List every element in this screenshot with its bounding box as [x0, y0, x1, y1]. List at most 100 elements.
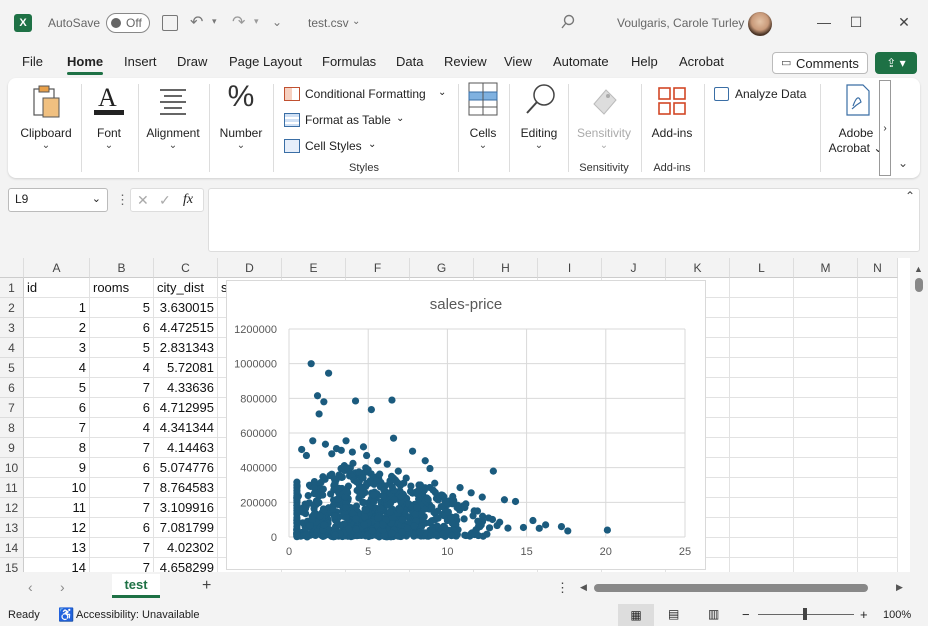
- cell[interactable]: [794, 318, 858, 338]
- cell[interactable]: [858, 398, 898, 418]
- column-header-b[interactable]: B: [90, 258, 154, 278]
- cell[interactable]: 5: [90, 298, 154, 318]
- addins-button[interactable]: Add-ins Add-ins: [646, 78, 698, 178]
- cell[interactable]: 7: [24, 418, 90, 438]
- cell[interactable]: [794, 558, 858, 572]
- tab-page-layout[interactable]: Page Layout: [229, 54, 302, 69]
- share-button[interactable]: ⇪ ▾: [875, 52, 917, 74]
- page-break-view-icon[interactable]: ▥: [708, 607, 719, 621]
- cell[interactable]: [730, 558, 794, 572]
- cell[interactable]: [730, 518, 794, 538]
- row-header[interactable]: 11: [0, 478, 24, 498]
- cell[interactable]: [794, 378, 858, 398]
- next-sheet-icon[interactable]: ›: [60, 579, 65, 595]
- cell[interactable]: [730, 378, 794, 398]
- close-icon[interactable]: ✕: [890, 8, 918, 36]
- cell[interactable]: [794, 538, 858, 558]
- expand-formula-bar-icon[interactable]: ⌃: [905, 189, 915, 203]
- cell[interactable]: 4.14463: [154, 438, 218, 458]
- cell[interactable]: [858, 418, 898, 438]
- row-header[interactable]: 13: [0, 518, 24, 538]
- scroll-up-icon[interactable]: ▲: [914, 264, 923, 274]
- file-name[interactable]: test.csv: [308, 16, 349, 30]
- row-header[interactable]: 3: [0, 318, 24, 338]
- scroll-right-icon[interactable]: ▶: [896, 582, 903, 593]
- row-header[interactable]: 8: [0, 418, 24, 438]
- cell[interactable]: [730, 418, 794, 438]
- tab-file[interactable]: File: [22, 54, 43, 69]
- column-header-e[interactable]: E: [282, 258, 346, 278]
- cell[interactable]: [858, 558, 898, 572]
- row-header[interactable]: 7: [0, 398, 24, 418]
- cell[interactable]: [858, 378, 898, 398]
- previous-sheet-icon[interactable]: ‹: [28, 579, 33, 595]
- tab-home[interactable]: Home: [67, 54, 104, 75]
- cell[interactable]: [794, 478, 858, 498]
- cell[interactable]: 3: [24, 338, 90, 358]
- row-header[interactable]: 15: [0, 558, 24, 572]
- cell[interactable]: [730, 458, 794, 478]
- zoom-out-icon[interactable]: −: [742, 607, 750, 622]
- number-button[interactable]: % Number ⌄: [214, 78, 268, 178]
- select-all-corner[interactable]: [0, 258, 24, 278]
- enter-icon[interactable]: ✓: [159, 192, 171, 209]
- search-icon[interactable]: [560, 14, 576, 30]
- cell[interactable]: 7.081799: [154, 518, 218, 538]
- row-header[interactable]: 5: [0, 358, 24, 378]
- maximize-icon[interactable]: ☐: [842, 8, 870, 36]
- cell[interactable]: [730, 498, 794, 518]
- cell[interactable]: [858, 358, 898, 378]
- clipboard-button[interactable]: Clipboard ⌄: [14, 78, 78, 178]
- cell[interactable]: 11: [24, 498, 90, 518]
- zoom-slider[interactable]: [758, 608, 854, 620]
- cell[interactable]: [794, 298, 858, 318]
- cell[interactable]: 4: [90, 358, 154, 378]
- cell[interactable]: [794, 498, 858, 518]
- comments-button[interactable]: ▭ Comments: [772, 52, 868, 74]
- zoom-level[interactable]: 100%: [883, 609, 911, 621]
- add-sheet-icon[interactable]: +: [202, 577, 211, 595]
- row-header[interactable]: 2: [0, 298, 24, 318]
- zoom-slider-thumb[interactable]: [803, 608, 807, 620]
- cell[interactable]: [730, 438, 794, 458]
- cell[interactable]: 6: [90, 458, 154, 478]
- cell[interactable]: 6: [24, 398, 90, 418]
- column-header-k[interactable]: K: [666, 258, 730, 278]
- cell[interactable]: 4: [24, 358, 90, 378]
- row-header[interactable]: 6: [0, 378, 24, 398]
- column-header-m[interactable]: M: [794, 258, 858, 278]
- row-header[interactable]: 1: [0, 278, 24, 298]
- redo-icon[interactable]: ↷: [232, 12, 245, 32]
- analyze-data-button[interactable]: Analyze Data: [714, 86, 814, 104]
- cell[interactable]: 5.72081: [154, 358, 218, 378]
- horizontal-scroll-thumb[interactable]: [594, 584, 868, 592]
- cell[interactable]: 4.33636: [154, 378, 218, 398]
- tab-review[interactable]: Review: [444, 54, 487, 69]
- user-name[interactable]: Voulgaris, Carole Turley: [617, 16, 744, 30]
- tab-data[interactable]: Data: [396, 54, 423, 69]
- cell[interactable]: [730, 358, 794, 378]
- cell[interactable]: [858, 438, 898, 458]
- cell[interactable]: 6: [90, 398, 154, 418]
- undo-dropdown-icon[interactable]: ▾: [212, 16, 217, 27]
- cell[interactable]: 10: [24, 478, 90, 498]
- row-header[interactable]: 12: [0, 498, 24, 518]
- name-box[interactable]: L9 ⌄: [8, 188, 108, 212]
- vertical-scrollbar[interactable]: ▲: [910, 258, 928, 572]
- cell[interactable]: 7: [90, 538, 154, 558]
- cell[interactable]: 13: [24, 538, 90, 558]
- cell[interactable]: [730, 298, 794, 318]
- cell[interactable]: city_dist: [154, 278, 218, 298]
- cell[interactable]: 4.712995: [154, 398, 218, 418]
- column-header-g[interactable]: G: [410, 258, 474, 278]
- cell[interactable]: 4: [90, 418, 154, 438]
- tab-view[interactable]: View: [504, 54, 532, 69]
- tab-acrobat[interactable]: Acrobat: [679, 54, 724, 69]
- more-options-icon[interactable]: ⋮: [116, 192, 129, 208]
- column-header-d[interactable]: D: [218, 258, 282, 278]
- cell[interactable]: [794, 418, 858, 438]
- cell[interactable]: 3.630015: [154, 298, 218, 318]
- filename-chevron-icon[interactable]: ⌄: [352, 16, 360, 27]
- cell[interactable]: [794, 438, 858, 458]
- cell[interactable]: [858, 538, 898, 558]
